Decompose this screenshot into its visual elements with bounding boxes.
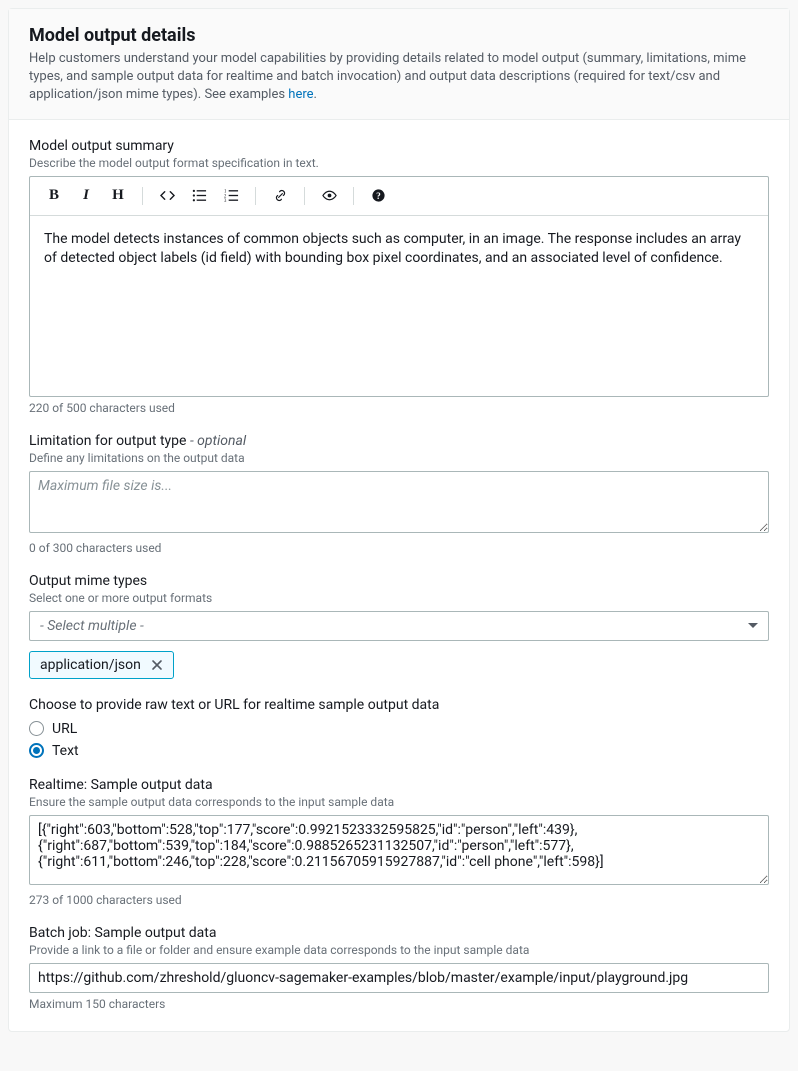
limitation-textarea[interactable] — [29, 471, 769, 533]
batch-label: Batch job: Sample output data — [29, 925, 769, 941]
sample-choice-label: Choose to provide raw text or URL for re… — [29, 697, 769, 713]
rich-text-editor: B I H 123 — [29, 176, 769, 397]
radio-text[interactable]: Text — [29, 743, 769, 759]
limitation-char-count: 0 of 300 characters used — [29, 541, 769, 555]
radio-url-label: URL — [52, 721, 77, 737]
batch-input[interactable] — [29, 963, 769, 993]
radio-text-button[interactable] — [29, 743, 44, 758]
summary-hint: Describe the model output format specifi… — [29, 156, 769, 170]
examples-link[interactable]: here — [288, 87, 313, 102]
summary-label: Model output summary — [29, 138, 769, 154]
numbered-list-icon: 123 — [224, 188, 239, 203]
panel-title: Model output details — [29, 25, 769, 46]
svg-text:?: ? — [376, 192, 381, 202]
numbered-list-button[interactable]: 123 — [217, 183, 245, 209]
summary-textarea[interactable]: The model detects instances of common ob… — [30, 216, 768, 396]
chevron-down-icon — [748, 623, 758, 628]
desc-suffix: . — [314, 87, 317, 102]
field-sample-choice: Choose to provide raw text or URL for re… — [29, 697, 769, 759]
summary-char-count: 220 of 500 characters used — [29, 401, 769, 415]
batch-hint: Provide a link to a file or folder and e… — [29, 943, 769, 957]
toolbar-separator — [142, 187, 143, 205]
mime-placeholder: - Select multiple - — [40, 618, 144, 634]
radio-text-label: Text — [52, 743, 79, 759]
field-realtime-sample: Realtime: Sample output data Ensure the … — [29, 777, 769, 907]
toolbar-separator — [353, 187, 354, 205]
description-text: Help customers understand your model cap… — [29, 51, 746, 102]
realtime-hint: Ensure the sample output data correspond… — [29, 795, 769, 809]
batch-char-count: Maximum 150 characters — [29, 997, 769, 1011]
mime-label: Output mime types — [29, 573, 769, 589]
bullet-list-button[interactable] — [185, 183, 213, 209]
field-limitation: Limitation for output type - optional De… — [29, 433, 769, 555]
preview-button[interactable] — [315, 183, 343, 209]
bullet-list-icon — [192, 188, 207, 203]
code-icon — [160, 188, 175, 203]
sample-radio-group: URL Text — [29, 721, 769, 759]
field-mime-types: Output mime types Select one or more out… — [29, 573, 769, 679]
bold-button[interactable]: B — [40, 183, 68, 209]
help-button[interactable]: ? — [364, 183, 392, 209]
help-icon: ? — [371, 188, 386, 203]
mime-token-label: application/json — [40, 657, 141, 673]
mime-select[interactable]: - Select multiple - — [29, 611, 769, 641]
model-output-details-panel: Model output details Help customers unde… — [8, 8, 790, 1032]
svg-text:3: 3 — [224, 199, 227, 203]
italic-button[interactable]: I — [72, 183, 100, 209]
toolbar-separator — [304, 187, 305, 205]
link-icon — [273, 188, 288, 203]
heading-button[interactable]: H — [104, 183, 132, 209]
editor-toolbar: B I H 123 — [30, 177, 768, 216]
eye-icon — [322, 188, 337, 203]
toolbar-separator — [255, 187, 256, 205]
link-button[interactable] — [266, 183, 294, 209]
panel-content: Model output summary Describe the model … — [9, 120, 789, 1031]
code-button[interactable] — [153, 183, 181, 209]
radio-url[interactable]: URL — [29, 721, 769, 737]
mime-hint: Select one or more output formats — [29, 591, 769, 605]
radio-url-button[interactable] — [29, 721, 44, 736]
limitation-hint: Define any limitations on the output dat… — [29, 451, 769, 465]
limitation-label: Limitation for output type - optional — [29, 433, 769, 449]
panel-description: Help customers understand your model cap… — [29, 50, 769, 105]
mime-token-remove[interactable] — [149, 657, 165, 673]
field-output-summary: Model output summary Describe the model … — [29, 138, 769, 415]
panel-header: Model output details Help customers unde… — [9, 9, 789, 120]
realtime-char-count: 273 of 1000 characters used — [29, 893, 769, 907]
close-icon — [151, 659, 163, 671]
realtime-textarea[interactable] — [29, 815, 769, 885]
mime-token: application/json — [29, 651, 174, 679]
realtime-label: Realtime: Sample output data — [29, 777, 769, 793]
field-batch-sample: Batch job: Sample output data Provide a … — [29, 925, 769, 1011]
